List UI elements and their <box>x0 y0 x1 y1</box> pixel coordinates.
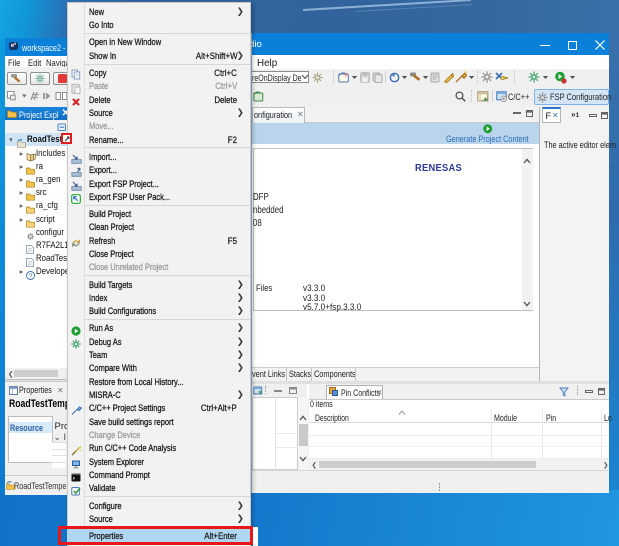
svg-text:?: ? <box>29 273 33 280</box>
